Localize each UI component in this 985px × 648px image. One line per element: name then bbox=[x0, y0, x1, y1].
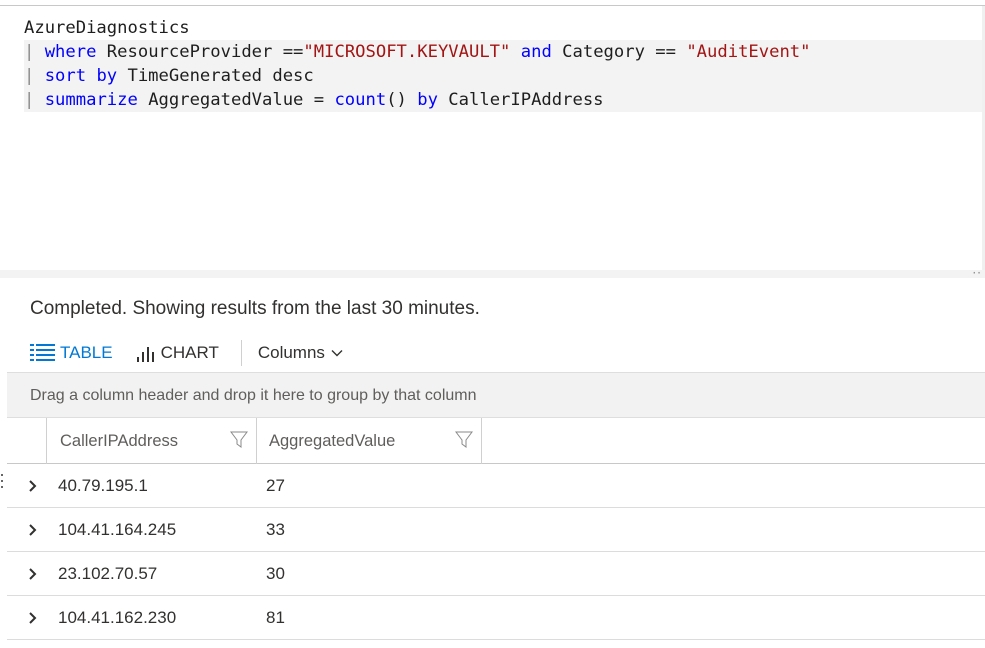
query-token: Category == bbox=[551, 42, 687, 62]
query-token: summarize bbox=[44, 90, 138, 110]
table-row[interactable]: 104.41.162.230 81 bbox=[7, 596, 985, 640]
editor-resize-strip[interactable] bbox=[0, 270, 985, 278]
tab-table[interactable]: TABLE bbox=[30, 343, 113, 363]
query-line[interactable]: AzureDiagnostics bbox=[24, 16, 811, 40]
query-token bbox=[510, 42, 520, 62]
cell-value: 27 bbox=[266, 476, 285, 495]
filter-icon[interactable] bbox=[455, 431, 473, 449]
toolbar-separator bbox=[240, 340, 242, 366]
query-line[interactable]: | where ResourceProvider =="MICROSOFT.KE… bbox=[24, 40, 811, 64]
table-header: CallerIPAddress AggregatedValue bbox=[7, 418, 985, 464]
query-token: TimeGenerated desc bbox=[117, 66, 314, 86]
query-token: | bbox=[24, 66, 45, 86]
column-header-calleripaddress[interactable]: CallerIPAddress bbox=[46, 418, 256, 464]
query-token: AzureDiagnostics bbox=[24, 18, 190, 38]
results-toolbar: TABLE CHART Columns bbox=[30, 340, 343, 366]
column-header-label: AggregatedValue bbox=[269, 431, 396, 450]
query-token: where bbox=[44, 42, 97, 62]
expand-chevron-icon[interactable] bbox=[28, 611, 38, 625]
query-token: ResourceProvider == bbox=[96, 42, 304, 62]
query-token: count bbox=[334, 90, 387, 110]
cell-value: 33 bbox=[266, 520, 285, 539]
query-token: sort by bbox=[44, 66, 118, 86]
query-text[interactable]: AzureDiagnostics | where ResourceProvider… bbox=[24, 16, 811, 112]
cell-value: 30 bbox=[266, 564, 285, 583]
query-token: | bbox=[24, 42, 45, 62]
resize-handle-icon[interactable]: ·· bbox=[972, 267, 982, 279]
query-token: by bbox=[417, 90, 438, 110]
query-token: () bbox=[386, 90, 418, 110]
cell-ip: 23.102.70.57 bbox=[58, 564, 158, 583]
column-header-aggregatedvalue[interactable]: AggregatedValue bbox=[256, 418, 482, 464]
query-token: AggregatedValue = bbox=[137, 90, 335, 110]
bar-chart-icon bbox=[136, 347, 154, 362]
tab-chart[interactable]: CHART bbox=[135, 343, 219, 363]
query-token: CallerIPAddress bbox=[437, 90, 604, 110]
table-row[interactable]: 40.79.195.1 27 bbox=[7, 464, 985, 508]
column-header-label: CallerIPAddress bbox=[60, 431, 178, 450]
table-icon bbox=[30, 344, 55, 361]
tab-chart-label: CHART bbox=[160, 343, 219, 362]
cell-ip: 40.79.195.1 bbox=[58, 476, 148, 495]
table-row[interactable]: 23.102.70.57 30 bbox=[7, 552, 985, 596]
query-token: | bbox=[24, 90, 45, 110]
columns-dropdown[interactable]: Columns bbox=[258, 343, 343, 363]
expand-chevron-icon[interactable] bbox=[28, 479, 38, 493]
query-line[interactable]: | sort by TimeGenerated desc bbox=[24, 64, 811, 88]
chevron-down-icon bbox=[331, 350, 343, 357]
tab-table-label: TABLE bbox=[60, 343, 113, 362]
expand-chevron-icon[interactable] bbox=[28, 523, 38, 537]
group-by-drop-zone[interactable]: Drag a column header and drop it here to… bbox=[7, 372, 985, 418]
columns-label: Columns bbox=[257, 343, 325, 362]
cell-ip: 104.41.162.230 bbox=[58, 608, 177, 627]
query-token: "AuditEvent" bbox=[686, 42, 811, 62]
cell-value: 81 bbox=[266, 608, 285, 627]
cell-ip: 104.41.164.245 bbox=[58, 520, 177, 539]
drag-handle-icon[interactable] bbox=[1, 474, 4, 492]
filter-icon[interactable] bbox=[230, 431, 248, 449]
query-token: and bbox=[520, 42, 552, 62]
results-status: Completed. Showing results from the last… bbox=[30, 298, 480, 319]
expand-chevron-icon[interactable] bbox=[28, 567, 38, 581]
table-row[interactable]: 104.41.164.245 33 bbox=[7, 508, 985, 552]
query-line[interactable]: | summarize AggregatedValue = count() by… bbox=[24, 88, 811, 112]
group-by-hint: Drag a column header and drop it here to… bbox=[30, 387, 477, 404]
query-token: "MICROSOFT.KEYVAULT" bbox=[303, 42, 511, 62]
